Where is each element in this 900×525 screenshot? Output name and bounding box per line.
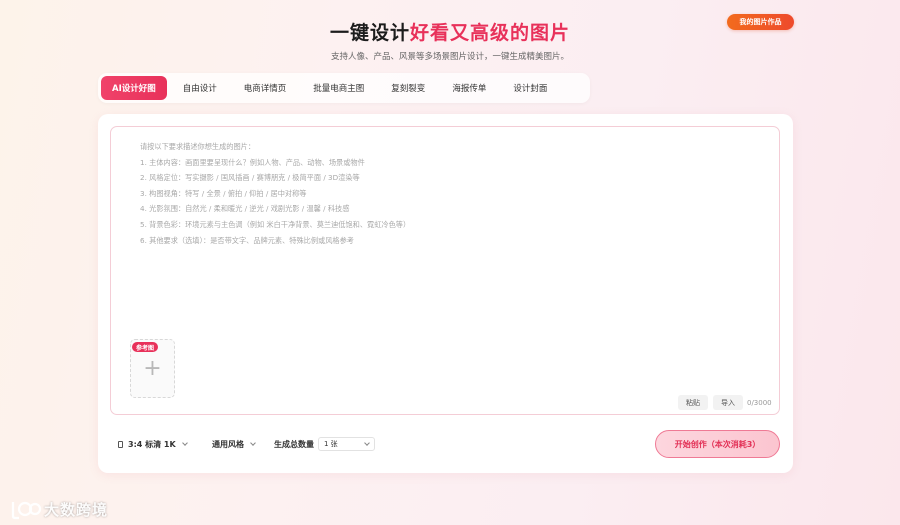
watermark: 大数跨境	[8, 498, 108, 520]
watermark-text: 大数跨境	[44, 500, 109, 519]
design-card: 请按以下要求描述你想生成的图片： 1. 主体内容：画面里要呈现什么？例如人物、产…	[98, 114, 793, 473]
title-plain: 一键设计	[329, 22, 410, 44]
brand-logo-icon	[11, 501, 42, 520]
prompt-editor[interactable]: 请按以下要求描述你想生成的图片： 1. 主体内容：画面里要呈现什么？例如人物、产…	[110, 126, 780, 415]
quantity-label: 生成总数量	[274, 439, 314, 449]
chevron-down-icon	[181, 439, 188, 446]
prompt-line: 2. 风格定位：写实摄影 / 国风插画 / 赛博朋克 / 极简平面 / 3D渲染…	[140, 173, 360, 183]
tab-product-detail[interactable]: 电商详情页	[233, 76, 298, 100]
reference-image-upload[interactable]: 参考图 +	[130, 339, 175, 398]
tab-cover[interactable]: 设计封面	[502, 76, 558, 100]
prompt-placeholder[interactable]: 请按以下要求描述你想生成的图片： 1. 主体内容：画面里要呈现什么？例如人物、产…	[140, 139, 410, 248]
prompt-line: 5. 背景色彩：环境元素与主色调（例如 米白干净背景、莫兰迪低饱和、霓虹冷色等）	[140, 219, 411, 229]
style-label: 通用风格	[212, 439, 244, 449]
quantity-value: 1 张	[324, 440, 338, 448]
reference-badge: 参考图	[132, 342, 159, 352]
start-create-button[interactable]: 开始创作（本次消耗3）	[655, 430, 780, 458]
chevron-down-icon	[250, 439, 256, 446]
tab-batch-main-image[interactable]: 批量电商主图	[302, 76, 375, 100]
title-highlight: 好看又高级的图片	[410, 22, 571, 44]
tab-poster[interactable]: 海报传单	[441, 76, 497, 100]
prompt-line: 4. 光影氛围：自然光 / 柔和暖光 / 逆光 / 戏剧光影 / 温馨 / 科技…	[140, 204, 350, 214]
style-selector[interactable]: 通用风格	[212, 434, 256, 454]
plus-icon: +	[143, 356, 162, 381]
quantity-control: 生成总数量 1 张	[274, 434, 375, 454]
page-subtitle: 支持人像、产品、风景等多场景图片设计，一键生成精美图片。	[330, 52, 569, 62]
document-icon	[118, 440, 123, 448]
char-counter: 0/3000	[747, 398, 772, 407]
ratio-selector[interactable]: 3:4 标清 1K	[118, 434, 188, 454]
chevron-down-icon	[364, 439, 370, 446]
prompt-line: 6. 其他要求（选填）：是否带文字、品牌元素、特殊比例或风格参考	[140, 235, 354, 245]
prompt-line: 请按以下要求描述你想生成的图片：	[140, 142, 256, 151]
tab-free-design[interactable]: 自由设计	[172, 76, 228, 100]
paste-button[interactable]: 粘贴	[678, 395, 708, 410]
prompt-line: 3. 构图视角：特写 / 全景 / 俯拍 / 仰拍 / 居中对称等	[140, 188, 307, 198]
tab-replicate[interactable]: 复刻裂变	[380, 76, 436, 100]
my-works-button[interactable]: 我的图片作品	[727, 14, 794, 30]
ratio-label: 3:4 标清 1K	[128, 439, 176, 449]
import-button[interactable]: 导入	[713, 395, 743, 410]
tab-ai-design[interactable]: AI设计好图	[101, 76, 167, 100]
mode-tabs: AI设计好图 自由设计 电商详情页 批量电商主图 复刻裂变 海报传单 设计封面	[98, 73, 590, 103]
prompt-line: 1. 主体内容：画面里要呈现什么？例如人物、产品、动物、场景或物件	[140, 157, 365, 167]
quantity-select[interactable]: 1 张	[318, 437, 375, 451]
